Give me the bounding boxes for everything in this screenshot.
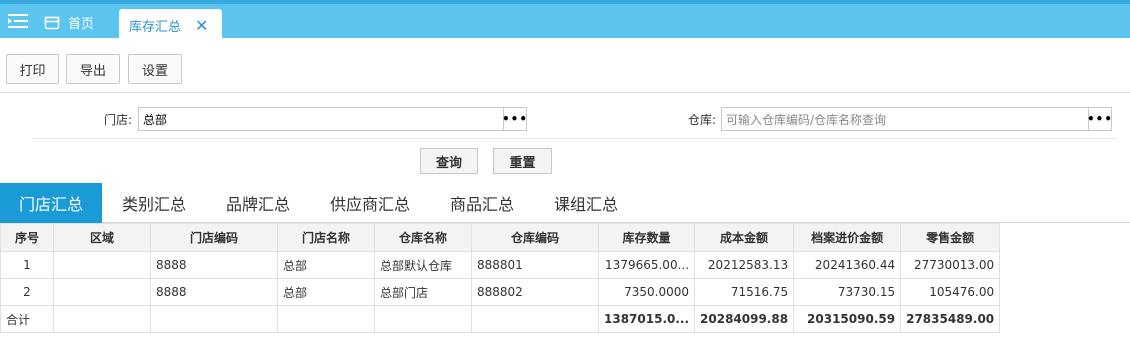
cell [374,305,472,333]
query-button[interactable]: 查询 [420,148,478,174]
cell: 8888 [150,278,278,306]
store-input[interactable]: 总部 [138,107,504,131]
warehouse-label: 仓库: [688,113,717,127]
col-header[interactable]: 区域 [53,223,151,252]
cell: 27835489.00 [900,305,1001,333]
cell [53,305,151,333]
cell: 总部 [277,251,375,279]
warehouse-input[interactable]: 可输入仓库编码/仓库名称查询 [721,107,1089,131]
col-header[interactable]: 零售金额 [900,223,1001,252]
col-header[interactable]: 库存数量 [597,223,696,252]
table-row[interactable]: 1 8888 总部 总部默认仓库 888801 1379665.00... 20… [0,251,1001,279]
cell: 888802 [471,278,599,306]
cell: 8888 [150,251,278,279]
table-header-row: 序号 区域 门店编码 门店名称 仓库名称 仓库编码 库存数量 成本金额 档案进价… [0,223,1001,252]
tab-supplier-summary[interactable]: 供应商汇总 [310,183,430,223]
col-header[interactable]: 门店名称 [277,223,375,252]
cell: 888801 [471,251,599,279]
cell: 27730013.00 [900,251,1001,279]
cell: 总部门店 [374,278,472,306]
tab-home[interactable]: 首页 [44,7,94,38]
col-header[interactable]: 仓库名称 [374,223,472,252]
top-tab-bar: 首页 库存汇总 ✕ [0,0,1130,42]
tab-home-label: 首页 [68,17,95,32]
menu-icon[interactable] [8,12,28,30]
store-picker-button[interactable]: ••• [502,107,527,131]
cell [471,305,599,333]
table-total-row: 合计 1387015.0... 20284099.88 20315090.59 … [0,305,1001,333]
toolbar: 打印 导出 设置 [0,38,1130,93]
cell: 总部默认仓库 [374,251,472,279]
table-row[interactable]: 2 8888 总部 总部门店 888802 7350.0000 71516.75… [0,278,1001,306]
export-button[interactable]: 导出 [66,54,120,84]
tab-store-summary[interactable]: 门店汇总 [0,183,102,223]
cell: 71516.75 [694,278,795,306]
total-label: 合计 [0,305,54,333]
summary-tabs: 门店汇总 类别汇总 品牌汇总 供应商汇总 商品汇总 课组汇总 [0,183,1130,223]
cell: 73730.15 [793,278,902,306]
cell: 20212583.13 [694,251,795,279]
tab-category-summary[interactable]: 类别汇总 [102,183,206,223]
cell: 20315090.59 [793,305,902,333]
cell: 105476.00 [900,278,1001,306]
cell [277,305,375,333]
home-icon [44,16,60,29]
cell [150,305,278,333]
cell: 1379665.00... [597,251,696,279]
cell: 20241360.44 [793,251,902,279]
col-header[interactable]: 门店编码 [150,223,278,252]
inventory-table: 序号 区域 门店编码 门店名称 仓库名称 仓库编码 库存数量 成本金额 档案进价… [0,223,1001,333]
cell: 2 [0,278,54,306]
tab-inventory-summary-label: 库存汇总 [129,20,182,35]
tab-product-summary[interactable]: 商品汇总 [430,183,534,223]
cell: 1387015.0... [597,305,696,333]
store-label: 门店: [104,113,133,127]
cell: 1 [0,251,54,279]
col-header[interactable]: 档案进价金额 [793,223,902,252]
close-icon[interactable]: ✕ [195,17,208,34]
cell: 7350.0000 [597,278,696,306]
tab-group-summary[interactable]: 课组汇总 [534,183,638,223]
col-header[interactable]: 序号 [0,223,54,252]
settings-button[interactable]: 设置 [128,54,182,84]
cell [53,251,151,279]
reset-button[interactable]: 重置 [493,148,552,174]
col-header[interactable]: 成本金额 [694,223,795,252]
tab-brand-summary[interactable]: 品牌汇总 [206,183,310,223]
cell: 总部 [277,278,375,306]
warehouse-picker-button[interactable]: ••• [1087,107,1112,131]
col-header[interactable]: 仓库编码 [471,223,599,252]
print-button[interactable]: 打印 [6,54,59,84]
cell [53,278,151,306]
filter-divider [32,138,1117,139]
cell: 20284099.88 [694,305,795,333]
